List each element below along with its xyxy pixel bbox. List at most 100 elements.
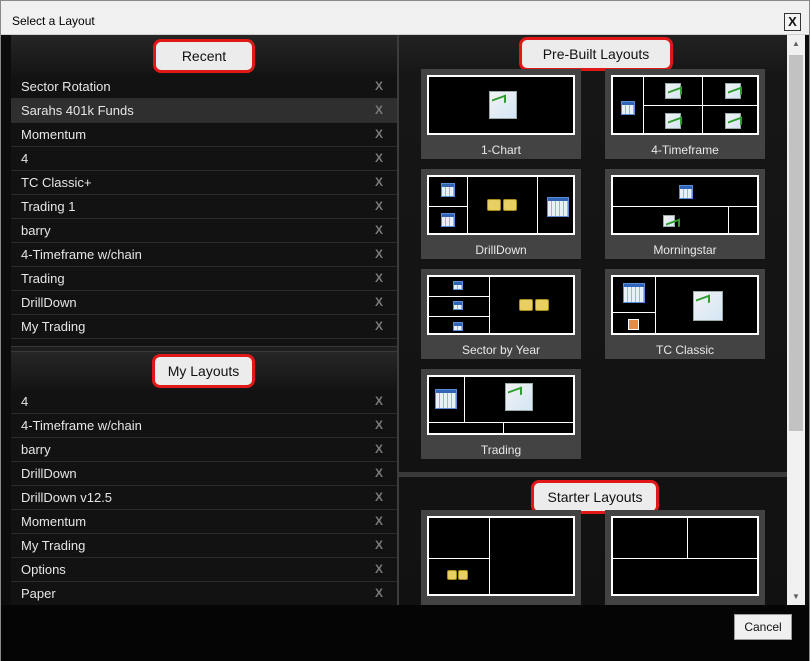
layout-list-item[interactable]: Paper X [11, 582, 397, 605]
scroll-down-icon[interactable]: ▼ [787, 588, 805, 605]
remove-x-icon[interactable]: X [375, 558, 383, 581]
layout-list-item[interactable]: barry X [11, 219, 397, 243]
layout-list-item[interactable]: DrillDown X [11, 462, 397, 486]
remove-x-icon[interactable]: X [375, 123, 383, 146]
folder-icon [458, 570, 468, 580]
remove-x-icon[interactable]: X [375, 291, 383, 314]
layout-list-item[interactable]: 4X [11, 390, 397, 414]
window-title: Select a Layout [12, 14, 95, 28]
remove-x-icon[interactable]: X [375, 438, 383, 461]
layout-tile-label: 4-Timeframe [651, 143, 719, 157]
remove-x-icon[interactable]: X [375, 99, 383, 122]
recent-header: Recent [11, 35, 397, 75]
layout-list-item[interactable]: 4-Timeframe w/chain X [11, 414, 397, 438]
remove-x-icon[interactable]: X [375, 75, 383, 98]
my-layouts-list: 4 X 4-Timeframe w/chain Xbarry X DrillDown X Dr… [11, 390, 397, 605]
layout-list-item[interactable]: Trading X [11, 267, 397, 291]
remove-x-icon[interactable]: X [375, 219, 383, 242]
vertical-scrollbar[interactable]: ▲ ▼ [787, 35, 805, 605]
layout-name: My Trading [21, 538, 86, 553]
layout-list-item[interactable]: My Trading X [11, 534, 397, 558]
remove-x-icon[interactable]: X [375, 195, 383, 218]
layout-name: DrillDown v12.5 [21, 490, 113, 505]
close-button[interactable]: X [784, 13, 801, 31]
layout-list-item[interactable]: Trading 1 X [11, 195, 397, 219]
scroll-thumb[interactable] [789, 55, 803, 431]
remove-x-icon[interactable]: X [375, 147, 383, 170]
layout-tile-drilldown[interactable]: DrillDown [421, 169, 581, 259]
layout-list-item[interactable]: 4-Timeframe w/chain X [11, 243, 397, 267]
layout-name: 4-Timeframe w/chain [21, 418, 142, 433]
my-layouts-title: My Layouts [152, 354, 255, 388]
layout-thumbnail [611, 175, 759, 235]
layout-list-item[interactable]: 4X [11, 147, 397, 171]
remove-x-icon[interactable]: X [375, 390, 383, 413]
remove-x-icon[interactable]: X [375, 243, 383, 266]
layout-tile-4-timeframe[interactable]: 4-Timeframe [605, 69, 765, 159]
layout-list-item[interactable]: DrillDown X [11, 291, 397, 315]
starter-layout-tile[interactable] [605, 510, 765, 605]
remove-x-icon[interactable]: X [375, 462, 383, 485]
layout-name: barry [21, 223, 51, 238]
remove-x-icon[interactable]: X [375, 534, 383, 557]
remove-x-icon[interactable]: X [375, 510, 383, 533]
remove-x-icon[interactable]: X [375, 171, 383, 194]
layout-thumbnail [427, 375, 575, 435]
layout-name: 4 [21, 151, 29, 166]
starter-layout-tile[interactable] [421, 510, 581, 605]
pre-built-panel: Pre-Built Layouts 1-Chart 4-Timeframe Dr… [399, 35, 787, 605]
pane [687, 518, 757, 559]
layout-thumbnail [611, 75, 759, 135]
section-divider [399, 472, 787, 477]
watchlist-grid-icon [547, 197, 569, 217]
remove-x-icon[interactable]: X [375, 486, 383, 509]
layout-list-item[interactable]: TC Classic+ X [11, 171, 397, 195]
layout-name: My Trading [21, 319, 86, 334]
layout-list-item[interactable]: Sector Rotation X [11, 75, 397, 99]
layout-name: Trading [21, 271, 65, 286]
watchlist-grid-icon [453, 301, 463, 310]
layout-list-item[interactable]: DrillDown v12.5 X [11, 486, 397, 510]
layout-list-item[interactable]: Sarahs 401k Funds X [11, 99, 397, 123]
select-layout-dialog: Select a Layout X Recent Sector Rotation… [0, 0, 810, 661]
layout-thumbnail [611, 275, 759, 335]
watchlist-grid-icon [453, 281, 463, 290]
chart-icon [725, 83, 741, 99]
layout-thumbnail [427, 75, 575, 135]
layout-tile-trading[interactable]: Trading [421, 369, 581, 459]
layout-name: Sector Rotation [21, 79, 111, 94]
layout-tile-1-chart[interactable]: 1-Chart [421, 69, 581, 159]
layout-tile-label: Morningstar [653, 243, 717, 257]
title-bar: Select a Layout X [1, 1, 809, 35]
scroll-up-icon[interactable]: ▲ [787, 35, 805, 52]
cancel-button[interactable]: Cancel [734, 614, 792, 640]
folder-icon [487, 199, 501, 211]
layout-tile-morningstar[interactable]: Morningstar [605, 169, 765, 259]
remove-x-icon[interactable]: X [375, 414, 383, 437]
layout-tile-sector-by-year[interactable]: Sector by Year [421, 269, 581, 359]
chart-icon [693, 291, 723, 321]
remove-x-icon[interactable]: X [375, 315, 383, 338]
dialog-body: Recent Sector Rotation X Sarahs 401k Funds… [11, 35, 787, 605]
pane [429, 518, 490, 559]
starter-layouts-title: Starter Layouts [531, 480, 659, 514]
layout-name: 4-Timeframe w/chain [21, 247, 142, 262]
layout-list-item[interactable]: barry X [11, 438, 397, 462]
chart-icon [663, 215, 675, 227]
folder-icon [535, 299, 549, 311]
pane [613, 518, 688, 559]
layout-tile-label: 1-Chart [480, 143, 521, 157]
layout-list-item[interactable]: Momentum X [11, 123, 397, 147]
layout-tile-label: DrillDown [475, 243, 527, 257]
remove-x-icon[interactable]: X [375, 582, 383, 605]
layout-list-item[interactable]: Momentum X [11, 510, 397, 534]
remove-x-icon[interactable]: X [375, 267, 383, 290]
layout-list-item[interactable]: Options X [11, 558, 397, 582]
watchlist-grid-icon [441, 183, 455, 197]
layout-lists-panel: Recent Sector Rotation X Sarahs 401k Funds… [11, 35, 397, 605]
layout-tile-tc-classic[interactable]: TC Classic [605, 269, 765, 359]
layout-name: 4 [21, 394, 29, 409]
folder-icon [503, 199, 517, 211]
layout-list-item[interactable]: My Trading X [11, 315, 397, 339]
layout-name: Paper [21, 586, 56, 601]
